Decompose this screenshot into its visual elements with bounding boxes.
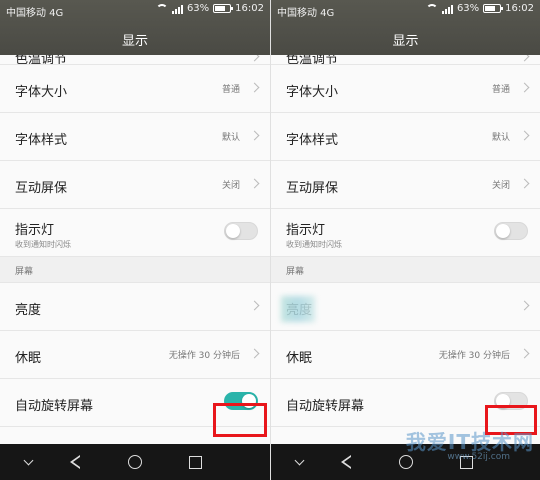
setting-label: 指示灯 [15, 223, 55, 238]
chevron-down-icon[interactable] [18, 452, 38, 472]
setting-value: 关闭 [491, 181, 510, 191]
setting-value: 普通 [491, 85, 510, 95]
page-title: 显示 [392, 34, 419, 49]
section-header-screen: 屏幕 [271, 257, 540, 283]
setting-font-size[interactable]: 字体大小 普通 [271, 65, 540, 113]
setting-label: 字体样式 [286, 133, 339, 148]
settings-screen-before: 中国移动 4G 63% 16:02 显示 色温调节 字体大小 普通 字体样式 默… [0, 0, 270, 480]
setting-label: 色温调节 [286, 55, 339, 65]
settings-screen-after: 中国移动 4G 63% 16:02 显示 色温调节 字体大小 普通 字体样式 默… [270, 0, 540, 480]
setting-interactive-screensaver[interactable]: 互动屏保 关闭 [0, 161, 270, 209]
setting-value: 默认 [491, 133, 510, 143]
chevron-right-icon [249, 178, 260, 189]
setting-label: 字体大小 [15, 85, 68, 100]
setting-label: 自动旋转屏幕 [286, 399, 365, 414]
chevron-right-icon [249, 55, 260, 62]
signal-icon [171, 4, 183, 14]
blurred-overlay [281, 296, 315, 322]
wifi-icon [425, 3, 438, 14]
home-icon[interactable] [125, 452, 145, 472]
watermark-url: www.52ij.com [447, 452, 510, 462]
setting-interactive-screensaver[interactable]: 互动屏保 关闭 [271, 161, 540, 209]
indicator-light-toggle[interactable] [224, 222, 258, 240]
setting-label: 字体大小 [286, 85, 339, 100]
setting-label: 色温调节 [15, 55, 68, 65]
setting-brightness[interactable]: 亮度 [0, 283, 270, 331]
chevron-right-icon [519, 300, 530, 311]
chevron-right-icon [519, 178, 530, 189]
toggle-knob [226, 224, 240, 238]
chevron-right-icon [519, 55, 530, 62]
toggle-knob [496, 224, 510, 238]
battery-percent: 63% [456, 3, 480, 14]
highlight-box [213, 403, 267, 437]
setting-label: 休眠 [286, 351, 313, 366]
setting-font-style[interactable]: 字体样式 默认 [271, 113, 540, 161]
setting-font-style[interactable]: 字体样式 默认 [0, 113, 270, 161]
clock: 16:02 [505, 3, 534, 14]
section-label: 屏幕 [15, 267, 34, 277]
indicator-light-toggle[interactable] [494, 222, 528, 240]
chevron-right-icon [519, 82, 530, 93]
setting-label: 字体样式 [15, 133, 68, 148]
setting-sleep[interactable]: 休眠 无操作 30 分钟后 [271, 331, 540, 379]
back-icon[interactable] [336, 452, 356, 472]
carrier-label: 中国移动 4G [6, 8, 64, 19]
setting-label: 互动屏保 [286, 181, 339, 196]
chevron-right-icon [249, 300, 260, 311]
setting-label: 亮度 [15, 303, 42, 318]
chevron-right-icon [249, 130, 260, 141]
setting-sleep[interactable]: 休眠 无操作 30 分钟后 [0, 331, 270, 379]
setting-label: 自动旋转屏幕 [15, 399, 94, 414]
chevron-right-icon [519, 348, 530, 359]
chevron-right-icon [249, 82, 260, 93]
setting-sublabel: 收到通知时闪烁 [15, 240, 71, 249]
wifi-icon [155, 3, 168, 14]
section-header-screen: 屏幕 [0, 257, 270, 283]
setting-color-temp[interactable]: 色温调节 [271, 55, 540, 65]
home-icon[interactable] [396, 452, 416, 472]
chevron-down-icon[interactable] [289, 452, 309, 472]
setting-value: 默认 [221, 133, 240, 143]
watermark-text: 我爱IT技术网 [405, 430, 534, 454]
clock: 16:02 [235, 3, 264, 14]
setting-label: 指示灯 [286, 223, 326, 238]
chevron-right-icon [519, 130, 530, 141]
setting-font-size[interactable]: 字体大小 普通 [0, 65, 270, 113]
battery-icon [483, 4, 504, 13]
setting-value: 普通 [221, 85, 240, 95]
setting-sublabel: 收到通知时闪烁 [286, 240, 342, 249]
app-header: 中国移动 4G 63% 16:02 显示 [0, 0, 270, 55]
setting-indicator-light: 指示灯 收到通知时闪烁 [0, 209, 270, 257]
setting-value: 关闭 [221, 181, 240, 191]
page-title: 显示 [121, 34, 148, 49]
chevron-right-icon [249, 348, 260, 359]
signal-icon [441, 4, 453, 14]
settings-list: 色温调节 字体大小 普通 字体样式 默认 互动屏保 关闭 指示灯 收到通知时闪烁… [0, 55, 270, 427]
carrier-label: 中国移动 4G [277, 8, 335, 19]
battery-percent: 63% [186, 3, 210, 14]
app-header: 中国移动 4G 63% 16:02 显示 [271, 0, 540, 55]
recent-apps-icon[interactable] [185, 452, 205, 472]
battery-icon [213, 4, 234, 13]
status-bar: 中国移动 4G 63% 16:02 [0, 0, 270, 20]
section-label: 屏幕 [286, 267, 305, 277]
setting-label: 互动屏保 [15, 181, 68, 196]
setting-value: 无操作 30 分钟后 [168, 351, 240, 361]
setting-indicator-light: 指示灯 收到通知时闪烁 [271, 209, 540, 257]
navigation-bar [0, 444, 270, 480]
setting-label: 休眠 [15, 351, 42, 366]
setting-value: 无操作 30 分钟后 [438, 351, 510, 361]
settings-list: 色温调节 字体大小 普通 字体样式 默认 互动屏保 关闭 指示灯 收到通知时闪烁… [271, 55, 540, 427]
setting-color-temp[interactable]: 色温调节 [0, 55, 270, 65]
status-bar: 中国移动 4G 63% 16:02 [271, 0, 540, 20]
back-icon[interactable] [65, 452, 85, 472]
